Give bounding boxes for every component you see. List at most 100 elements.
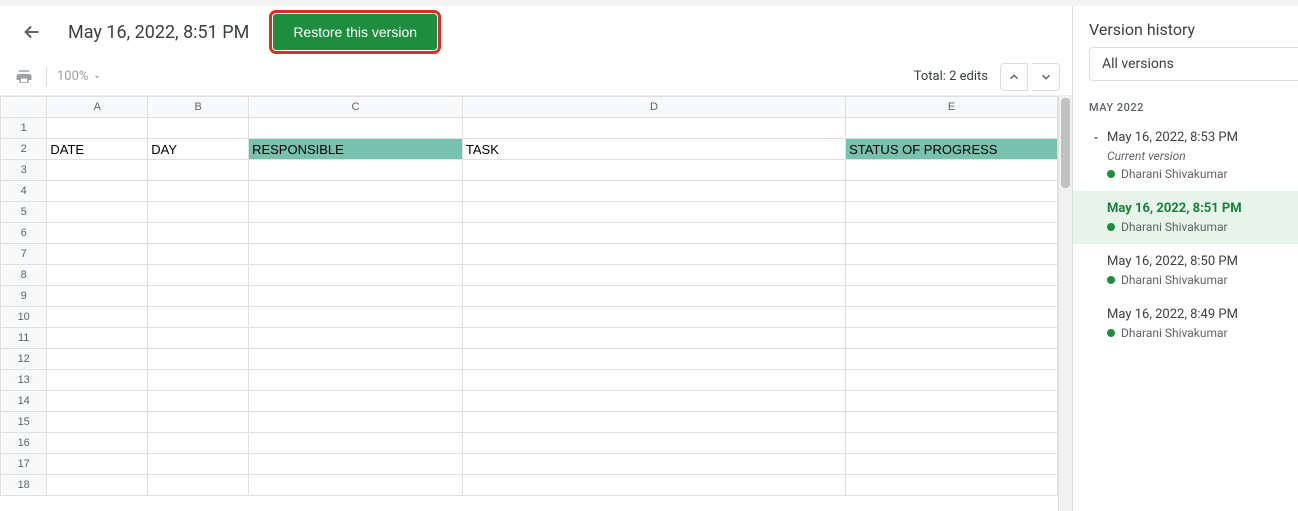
cell[interactable] bbox=[148, 391, 249, 412]
cell[interactable] bbox=[846, 160, 1058, 181]
cell[interactable] bbox=[47, 433, 148, 454]
cell[interactable] bbox=[47, 118, 148, 139]
cell[interactable] bbox=[846, 391, 1058, 412]
cell[interactable] bbox=[148, 454, 249, 475]
zoom-dropdown[interactable]: 100% bbox=[57, 69, 102, 84]
cell[interactable] bbox=[249, 181, 463, 202]
cell[interactable] bbox=[846, 454, 1058, 475]
cell[interactable] bbox=[462, 307, 845, 328]
cell[interactable] bbox=[47, 454, 148, 475]
cell[interactable] bbox=[846, 286, 1058, 307]
cell[interactable] bbox=[249, 454, 463, 475]
version-item[interactable]: May 16, 2022, 8:50 PMDharani Shivakumar bbox=[1073, 244, 1298, 297]
row-header[interactable]: 9 bbox=[1, 286, 47, 307]
cell[interactable] bbox=[148, 475, 249, 496]
row-header[interactable]: 1 bbox=[1, 118, 47, 139]
cell[interactable] bbox=[148, 244, 249, 265]
cell[interactable] bbox=[249, 202, 463, 223]
cell[interactable] bbox=[249, 349, 463, 370]
cell[interactable] bbox=[148, 265, 249, 286]
row-header[interactable]: 8 bbox=[1, 265, 47, 286]
corner-cell[interactable] bbox=[1, 97, 47, 118]
cell[interactable] bbox=[148, 412, 249, 433]
cell[interactable] bbox=[846, 433, 1058, 454]
cell[interactable] bbox=[47, 349, 148, 370]
version-item[interactable]: May 16, 2022, 8:53 PMCurrent versionDhar… bbox=[1073, 120, 1298, 191]
column-header[interactable]: A bbox=[47, 97, 148, 118]
cell[interactable] bbox=[148, 286, 249, 307]
row-header[interactable]: 14 bbox=[1, 391, 47, 412]
cell[interactable] bbox=[47, 412, 148, 433]
cell[interactable] bbox=[148, 223, 249, 244]
cell[interactable] bbox=[249, 475, 463, 496]
cell[interactable] bbox=[462, 349, 845, 370]
cell[interactable] bbox=[249, 433, 463, 454]
cell[interactable] bbox=[462, 370, 845, 391]
cell[interactable] bbox=[846, 370, 1058, 391]
cell[interactable] bbox=[47, 307, 148, 328]
cell[interactable] bbox=[846, 412, 1058, 433]
cell[interactable] bbox=[47, 328, 148, 349]
vertical-scrollbar[interactable] bbox=[1058, 96, 1072, 511]
scrollbar-thumb[interactable] bbox=[1061, 98, 1070, 188]
cell[interactable] bbox=[47, 202, 148, 223]
cell[interactable] bbox=[47, 286, 148, 307]
cell[interactable] bbox=[148, 307, 249, 328]
cell[interactable] bbox=[47, 370, 148, 391]
cell[interactable] bbox=[462, 391, 845, 412]
cell[interactable] bbox=[249, 160, 463, 181]
row-header[interactable]: 7 bbox=[1, 244, 47, 265]
row-header[interactable]: 12 bbox=[1, 349, 47, 370]
cell[interactable] bbox=[148, 202, 249, 223]
cell[interactable] bbox=[846, 475, 1058, 496]
cell[interactable] bbox=[249, 391, 463, 412]
cell[interactable] bbox=[249, 223, 463, 244]
row-header[interactable]: 5 bbox=[1, 202, 47, 223]
cell[interactable] bbox=[249, 328, 463, 349]
cell[interactable] bbox=[462, 433, 845, 454]
row-header[interactable]: 3 bbox=[1, 160, 47, 181]
cell[interactable] bbox=[462, 412, 845, 433]
cell[interactable] bbox=[462, 244, 845, 265]
cell[interactable] bbox=[47, 244, 148, 265]
cell[interactable] bbox=[148, 118, 249, 139]
cell[interactable] bbox=[846, 349, 1058, 370]
cell[interactable] bbox=[462, 286, 845, 307]
cell[interactable]: RESPONSIBLE bbox=[249, 139, 463, 160]
cell[interactable] bbox=[462, 223, 845, 244]
cell[interactable]: TASK bbox=[462, 139, 845, 160]
cell[interactable] bbox=[148, 433, 249, 454]
cell[interactable] bbox=[47, 160, 148, 181]
cell[interactable] bbox=[47, 475, 148, 496]
row-header[interactable]: 10 bbox=[1, 307, 47, 328]
row-header[interactable]: 16 bbox=[1, 433, 47, 454]
cell[interactable] bbox=[249, 412, 463, 433]
row-header[interactable]: 2 bbox=[1, 139, 47, 160]
cell[interactable] bbox=[148, 328, 249, 349]
column-header[interactable]: C bbox=[249, 97, 463, 118]
cell[interactable] bbox=[249, 265, 463, 286]
cell[interactable] bbox=[47, 265, 148, 286]
cell[interactable] bbox=[462, 328, 845, 349]
version-item[interactable]: May 16, 2022, 8:51 PMDharani Shivakumar bbox=[1073, 191, 1298, 244]
column-header[interactable]: B bbox=[148, 97, 249, 118]
row-header[interactable]: 4 bbox=[1, 181, 47, 202]
cell[interactable] bbox=[148, 370, 249, 391]
cell[interactable] bbox=[249, 118, 463, 139]
cell[interactable]: DAY bbox=[148, 139, 249, 160]
cell[interactable] bbox=[846, 118, 1058, 139]
row-header[interactable]: 11 bbox=[1, 328, 47, 349]
cell[interactable] bbox=[462, 118, 845, 139]
row-header[interactable]: 13 bbox=[1, 370, 47, 391]
cell[interactable] bbox=[846, 265, 1058, 286]
cell[interactable] bbox=[846, 202, 1058, 223]
sheet-grid[interactable]: ABCDE12DATEDAYRESPONSIBLETASKSTATUS OF P… bbox=[0, 96, 1058, 496]
print-button[interactable] bbox=[12, 65, 36, 89]
row-header[interactable]: 15 bbox=[1, 412, 47, 433]
prev-edit-button[interactable] bbox=[1000, 63, 1028, 91]
cell[interactable] bbox=[249, 370, 463, 391]
cell[interactable]: DATE bbox=[47, 139, 148, 160]
cell[interactable] bbox=[47, 391, 148, 412]
cell[interactable] bbox=[148, 160, 249, 181]
cell[interactable] bbox=[249, 307, 463, 328]
